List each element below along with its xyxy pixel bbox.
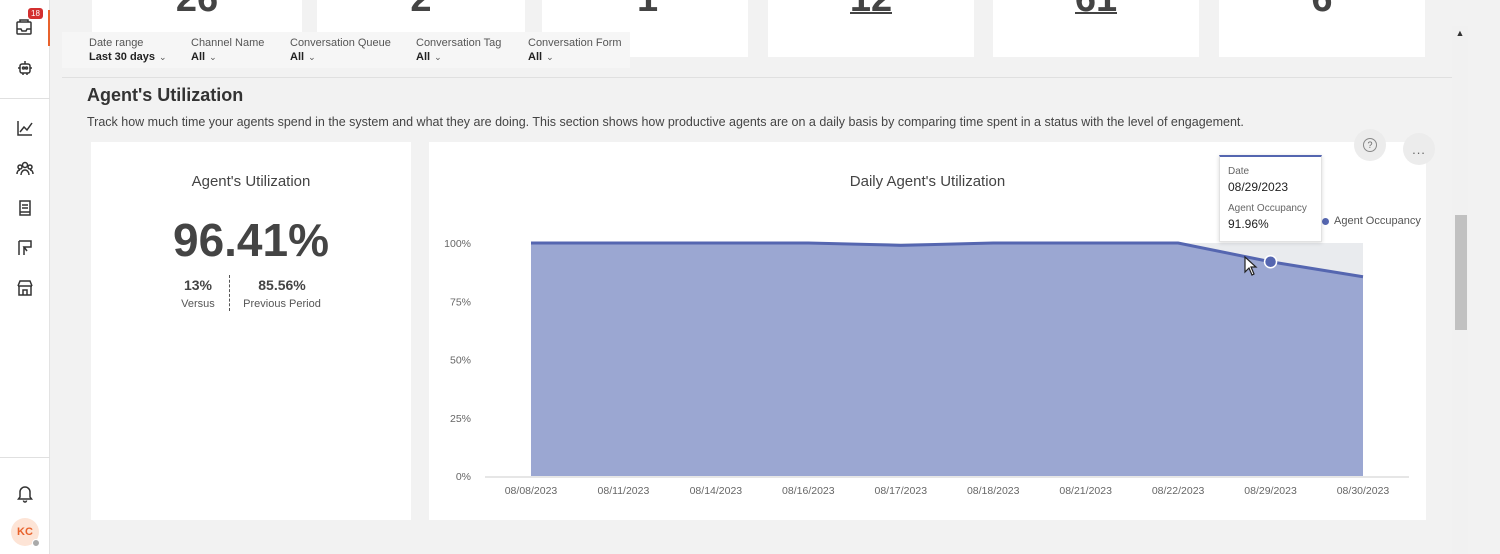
x-tick-label: 08/16/2023 bbox=[782, 485, 835, 497]
chart-legend[interactable]: Agent Occupancy bbox=[1322, 215, 1421, 227]
comparison-separator bbox=[229, 275, 230, 311]
x-tick-label: 08/21/2023 bbox=[1059, 485, 1112, 497]
store-icon[interactable] bbox=[0, 270, 50, 306]
scrollbar-thumb[interactable] bbox=[1455, 215, 1467, 330]
section-description: Track how much time your agents spend in… bbox=[87, 115, 1244, 129]
metric-value: 6 bbox=[1219, 0, 1425, 44]
help-icon[interactable]: ? bbox=[1354, 129, 1386, 161]
analytics-icon[interactable] bbox=[0, 110, 50, 146]
x-tick-label: 08/17/2023 bbox=[874, 485, 927, 497]
chevron-down-icon: ⌄ bbox=[159, 52, 167, 62]
filter-conversation-tag[interactable]: Conversation Tag All ⌄ bbox=[416, 37, 501, 63]
nav-divider bbox=[0, 457, 50, 458]
tooltip-metric-label: Agent Occupancy bbox=[1228, 203, 1307, 214]
notifications-bell-icon[interactable] bbox=[0, 475, 50, 511]
reports-icon[interactable] bbox=[0, 230, 50, 266]
left-nav: 18 KC bbox=[0, 0, 50, 554]
bot-icon[interactable] bbox=[0, 50, 50, 86]
highlight-point bbox=[1263, 254, 1278, 269]
filter-channel-name[interactable]: Channel Name All ⌄ bbox=[191, 37, 264, 63]
versus-label: Versus bbox=[181, 298, 215, 310]
x-tick-label: 08/22/2023 bbox=[1152, 485, 1205, 497]
filter-conversation-queue[interactable]: Conversation Queue All ⌄ bbox=[290, 37, 391, 63]
help-glyph: ? bbox=[1363, 138, 1377, 152]
filter-label: Channel Name bbox=[191, 37, 265, 49]
metric-card: 12 bbox=[768, 0, 974, 57]
x-tick-label: 08/30/2023 bbox=[1337, 485, 1390, 497]
filter-label: Conversation Queue bbox=[290, 37, 391, 49]
filter-value[interactable]: Last 30 days ⌄ bbox=[89, 51, 167, 63]
utilization-value: 96.41% bbox=[172, 214, 329, 266]
x-tick-label: 08/11/2023 bbox=[598, 485, 650, 497]
mouse-cursor-icon bbox=[1244, 256, 1258, 276]
tooltip-metric-value: 91.96% bbox=[1228, 217, 1269, 231]
more-options-icon[interactable]: ... bbox=[1403, 133, 1435, 165]
filter-value[interactable]: All ⌄ bbox=[191, 51, 264, 63]
nav-badge: 18 bbox=[28, 8, 43, 19]
area-fill bbox=[531, 243, 1363, 476]
chart-tooltip: Date 08/29/2023 Agent Occupancy 91.96% bbox=[1219, 155, 1322, 242]
filter-label: Date range bbox=[89, 37, 144, 49]
previous-period-value: 85.56% bbox=[258, 277, 306, 293]
versus-block: 13% Versus bbox=[168, 277, 228, 310]
more-glyph: ... bbox=[1412, 141, 1426, 157]
filter-value[interactable]: All ⌄ bbox=[528, 51, 622, 63]
section-title: Agent's Utilization bbox=[87, 85, 244, 105]
y-tick-label: 0% bbox=[456, 471, 471, 483]
tooltip-date-label: Date bbox=[1228, 166, 1250, 177]
knowledge-base-icon[interactable] bbox=[0, 190, 50, 226]
chevron-down-icon: ⌄ bbox=[546, 52, 554, 62]
y-tick-label: 100% bbox=[444, 238, 471, 250]
section-divider bbox=[62, 77, 1452, 78]
chevron-down-icon: ⌄ bbox=[209, 52, 217, 62]
metric-value[interactable]: 12 bbox=[768, 0, 974, 44]
legend-label: Agent Occupancy bbox=[1334, 215, 1421, 227]
presence-status-dot bbox=[32, 539, 40, 547]
filter-conversation-form[interactable]: Conversation Form All ⌄ bbox=[528, 37, 622, 63]
filter-value[interactable]: All ⌄ bbox=[416, 51, 501, 63]
metric-card: 6 bbox=[1219, 0, 1425, 57]
y-tick-label: 50% bbox=[450, 355, 471, 367]
y-tick-label: 25% bbox=[450, 413, 471, 425]
chevron-down-icon: ⌄ bbox=[308, 52, 316, 62]
filter-bar: Date range Last 30 days ⌄ Channel Name Al… bbox=[62, 32, 630, 68]
nav-divider bbox=[0, 98, 50, 99]
filter-date-range[interactable]: Date range Last 30 days ⌄ bbox=[89, 37, 167, 63]
filter-label: Conversation Form bbox=[528, 37, 622, 49]
metric-value[interactable]: 61 bbox=[993, 0, 1199, 44]
chevron-down-icon: ⌄ bbox=[434, 52, 442, 62]
utilization-card bbox=[91, 142, 411, 520]
x-tick-label: 08/18/2023 bbox=[967, 485, 1020, 497]
x-tick-label: 08/29/2023 bbox=[1244, 485, 1297, 497]
x-tick-label: 08/08/2023 bbox=[505, 485, 558, 497]
contacts-icon[interactable] bbox=[0, 150, 50, 186]
legend-swatch bbox=[1322, 217, 1329, 225]
utilization-card-title: Agent's Utilization bbox=[191, 173, 311, 190]
scroll-up-icon[interactable]: ▲ bbox=[1453, 28, 1467, 40]
previous-period-label: Previous Period bbox=[243, 298, 321, 310]
previous-period-block: 85.56% Previous Period bbox=[236, 277, 328, 310]
x-tick-label: 08/14/2023 bbox=[690, 485, 743, 497]
filter-value[interactable]: All ⌄ bbox=[290, 51, 391, 63]
filter-label: Conversation Tag bbox=[416, 37, 502, 49]
tooltip-date-value: 08/29/2023 bbox=[1228, 180, 1289, 194]
versus-value: 13% bbox=[183, 277, 213, 293]
metric-card: 61 bbox=[993, 0, 1199, 57]
y-tick-label: 75% bbox=[450, 296, 471, 308]
